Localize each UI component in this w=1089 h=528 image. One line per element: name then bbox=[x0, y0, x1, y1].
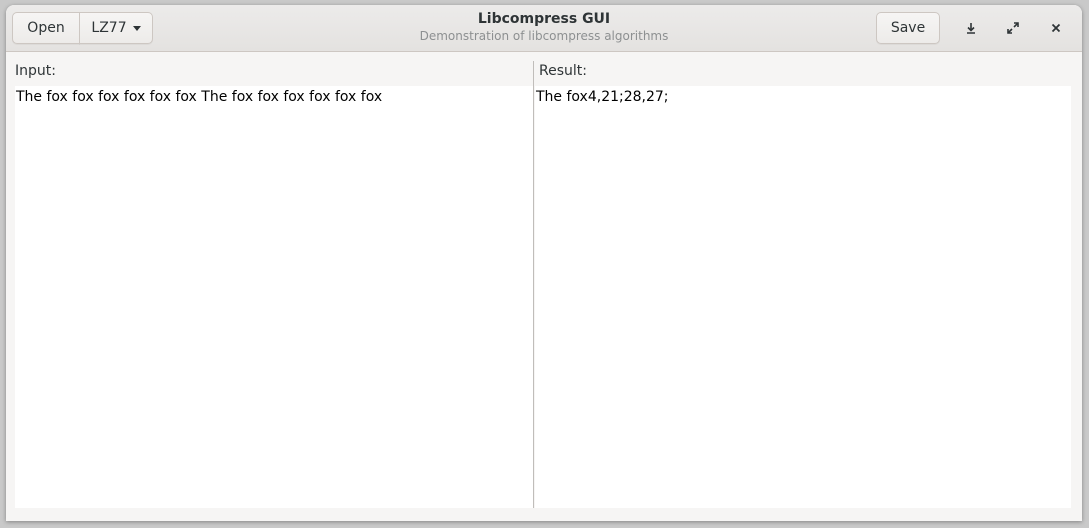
result-textview[interactable]: The fox4,21;28,27; bbox=[535, 86, 1071, 508]
close-icon bbox=[1051, 23, 1061, 33]
algorithm-dropdown[interactable]: LZ77 bbox=[79, 12, 153, 44]
window-title: Libcompress GUI bbox=[477, 11, 611, 27]
download-arrow-icon bbox=[967, 23, 975, 34]
result-label: Result: bbox=[539, 63, 587, 79]
close-button[interactable] bbox=[1041, 13, 1071, 43]
save-button-label: Save bbox=[890, 20, 926, 36]
expand-icon bbox=[1007, 22, 1019, 34]
minimize-button[interactable] bbox=[956, 13, 986, 43]
algorithm-dropdown-label: LZ77 bbox=[91, 20, 127, 36]
chevron-down-icon bbox=[132, 26, 141, 31]
input-textview[interactable]: The fox fox fox fox fox fox The fox fox … bbox=[15, 86, 533, 508]
pane-separator[interactable] bbox=[533, 61, 534, 508]
open-button-label: Open bbox=[27, 20, 65, 36]
open-button[interactable]: Open bbox=[12, 12, 80, 44]
save-button[interactable]: Save bbox=[876, 12, 940, 44]
input-label: Input: bbox=[15, 63, 56, 79]
app-window: Open LZ77 Libcompress GUI Demonstration … bbox=[6, 5, 1082, 521]
window-subtitle: Demonstration of libcompress algorithms bbox=[419, 29, 669, 43]
title-area: Libcompress GUI Demonstration of libcomp… bbox=[306, 10, 782, 44]
header-bar: Open LZ77 Libcompress GUI Demonstration … bbox=[6, 5, 1082, 52]
maximize-button[interactable] bbox=[998, 13, 1028, 43]
